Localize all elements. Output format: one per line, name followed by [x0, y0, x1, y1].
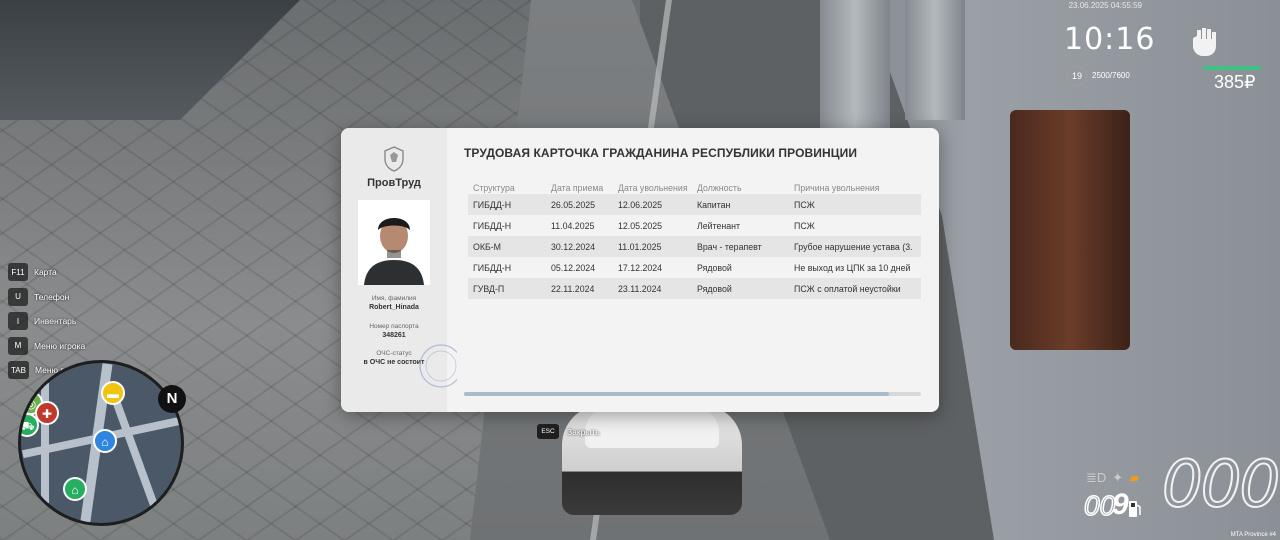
scrollbar-thumb[interactable]: [464, 392, 889, 396]
citizen-photo: [358, 200, 430, 285]
table-cell: Не выход из ЦПК за 10 дней: [794, 262, 911, 273]
table-cell: 23.11.2024: [613, 278, 692, 299]
hud-clock: 10:16: [1064, 22, 1156, 57]
minimap: ◎ ✚ ⛟ ▬ ⌂ ⌂: [18, 360, 184, 526]
table-cell: ПСЖ: [789, 194, 921, 215]
headlight-icon: ≣D: [1086, 470, 1107, 485]
keybind-inventory[interactable]: I Инвентарь: [8, 309, 125, 334]
table-cell: 12.06.2025: [613, 194, 692, 215]
card-profile-panel: ПровТруд Имя, фамилия Robert_Hinada Номе…: [341, 128, 457, 412]
keybind-map[interactable]: F11 Карта: [8, 260, 125, 285]
table-cell: 17.12.2024: [618, 262, 663, 273]
table-cell: 11.01.2025: [613, 236, 692, 257]
name-value: Robert_Hinada: [369, 304, 419, 311]
table-row: ГИБДД-Н 11.04.2025 12.05.2025 Лейтенант …: [468, 215, 921, 236]
compass-north: N: [158, 385, 186, 413]
table-cell: Грубое нарушение устава (3.: [789, 236, 921, 257]
table-cell: ГИБДД-Н: [468, 194, 546, 215]
horizontal-scrollbar[interactable]: [464, 392, 921, 396]
organization-name: ПровТруд: [367, 177, 421, 189]
close-label[interactable]: Закрыть: [567, 427, 600, 437]
map-road: [107, 385, 163, 521]
column-header: Структура: [473, 182, 515, 193]
keybind-key: TAB: [8, 361, 29, 380]
table-cell: Рядовой: [697, 262, 732, 273]
vehicle-indicators: ≣D ✦ ▰: [1086, 470, 1139, 486]
column-header: Дата приема: [551, 182, 604, 193]
column-header: Причина увольнения: [794, 182, 880, 193]
table-cell: Рядовой: [692, 278, 789, 299]
keybind-label: Меню игрока: [34, 340, 86, 351]
esc-key[interactable]: ESC: [537, 424, 559, 439]
table-cell: 22.11.2024: [546, 278, 613, 299]
table-cell: 12.05.2025: [618, 220, 663, 231]
building-pillar: [905, 0, 965, 120]
fuel-icon: [1129, 501, 1141, 517]
keybind-player-menu[interactable]: M Меню игрока: [8, 334, 125, 359]
table-cell: 05.12.2024: [551, 262, 596, 273]
table-row: ОКБ-М 30.12.2024 11.01.2025 Врач - терап…: [468, 236, 921, 257]
keybind-label: Инвентарь: [34, 316, 77, 327]
keybind-key: I: [8, 312, 28, 331]
table-header-row: Структура Дата приема Дата увольнения До…: [468, 181, 921, 194]
table-cell: ОКБ-М: [468, 236, 546, 257]
passport-label: Номер паспорта: [369, 323, 419, 330]
table-cell: ГИБДД-Н: [473, 220, 512, 231]
employment-history-table: Структура Дата приема Дата увольнения До…: [468, 181, 921, 299]
table-cell: 26.05.2025: [546, 194, 613, 215]
server-watermark: MTA Province #4: [1230, 532, 1276, 538]
table-cell: ГИБДД-Н: [473, 262, 512, 273]
engine-icon: ▰: [1129, 470, 1140, 485]
fist-icon: [1193, 28, 1216, 56]
table-row: ГУВД-П 22.11.2024 23.11.2024 Рядовой ПСЖ…: [468, 278, 921, 299]
fuel-readout: 00: [1083, 489, 1116, 522]
seatbelt-icon: ✦: [1112, 470, 1124, 485]
level-badge: 19: [1066, 65, 1088, 87]
employment-record-card: ПровТруд Имя, фамилия Robert_Hinada Номе…: [341, 128, 939, 412]
column-header: Дата увольнения: [618, 182, 688, 193]
table-cell: Врач - терапевт: [692, 236, 789, 257]
table-cell: 11.04.2025: [551, 220, 595, 231]
coat-of-arms-icon: [384, 146, 404, 172]
table-cell: Лейтенант: [697, 220, 741, 231]
car-service-icon: ⛟: [21, 413, 39, 437]
table-cell: 30.12.2024: [546, 236, 613, 257]
gear-readout: 9: [1112, 488, 1129, 521]
car-rear-window: [585, 408, 719, 448]
table-row: ГИБДД-Н 26.05.2025 12.06.2025 Капитан ПС…: [468, 194, 921, 215]
table-cell: ПСЖ с оплатой неустойки: [789, 278, 921, 299]
house-icon: ⌂: [93, 429, 117, 453]
keybind-phone[interactable]: U Телефон: [8, 285, 125, 310]
table-cell: Капитан: [692, 194, 789, 215]
speedometer: 000: [1161, 447, 1280, 523]
table-row: ГИБДД-Н 05.12.2024 17.12.2024 Рядовой Не…: [468, 257, 921, 278]
keybind-label: Телефон: [34, 291, 70, 302]
table-cell: ПСЖ: [794, 220, 815, 231]
building-door: [1010, 110, 1130, 350]
building-pillar: [820, 0, 890, 140]
keybind-key: F11: [8, 263, 28, 282]
keybind-key: M: [8, 336, 28, 355]
close-hint[interactable]: ESC Закрыть: [537, 424, 600, 439]
name-label: Имя, фамилия: [371, 295, 417, 302]
hud-datetime: 23.06.2025 04:55:59: [1068, 1, 1142, 10]
health-bar: [1203, 66, 1261, 70]
keybind-label: Карта: [34, 267, 57, 278]
money-balance: 385₽: [1214, 72, 1256, 92]
table-cell: ГУВД-П: [468, 278, 546, 299]
card-title: ТРУДОВАЯ КАРТОЧКА ГРАЖДАНИНА РЕСПУБЛИКИ …: [464, 146, 858, 160]
department-stamp-icon: [419, 344, 457, 388]
taxi-icon: ▬: [101, 381, 125, 405]
column-header: Должность: [697, 182, 742, 193]
keybind-key: U: [8, 287, 28, 306]
bank-icon: ⌂: [63, 477, 87, 501]
experience-counter: 2500/7600: [1092, 71, 1130, 80]
